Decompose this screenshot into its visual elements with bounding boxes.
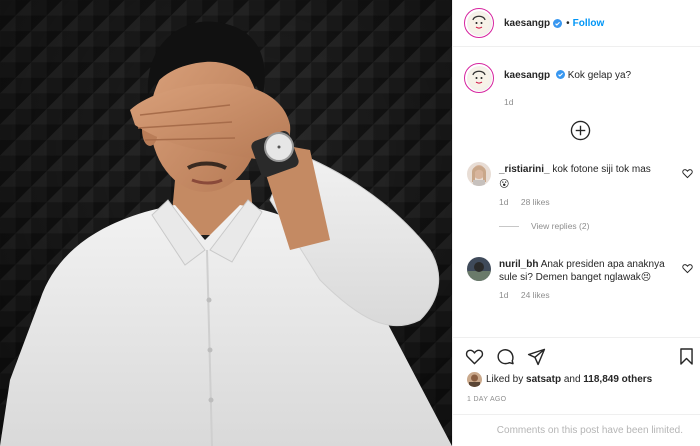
comment-text: kok fotone siji tok mas: [552, 164, 651, 175]
caption-author-avatar[interactable]: [464, 63, 494, 93]
post-caption: kaesangp Kok gelap ya? 1d: [464, 63, 694, 107]
post-action-bar: [453, 337, 700, 373]
commenter-avatar[interactable]: [467, 162, 491, 186]
comment-likes[interactable]: 28 likes: [521, 197, 550, 207]
comment-bubble-icon[interactable]: [496, 347, 515, 366]
comment-text-block: nuril_bh Anak presiden apa anaknya sule …: [499, 257, 669, 284]
comment-item: nuril_bh Anak presiden apa anaknya sule …: [467, 257, 693, 300]
author-avatar[interactable]: [464, 8, 494, 38]
caption-username[interactable]: kaesangp: [504, 70, 550, 81]
liker-avatar[interactable]: [467, 372, 482, 387]
view-replies-label: View replies (2): [531, 221, 590, 231]
comment-age: 1d: [499, 197, 509, 207]
paper-plane-icon[interactable]: [527, 347, 546, 366]
post-date: 1 DAY AGO: [467, 396, 507, 403]
likes-prefix: Liked by: [486, 374, 524, 385]
separator-dot: •: [566, 17, 570, 29]
post-photo[interactable]: [0, 0, 452, 446]
commenter-avatar[interactable]: [467, 257, 491, 281]
comment-like-heart-icon[interactable]: [682, 168, 693, 179]
plus-circle-icon[interactable]: [570, 120, 591, 141]
comment-emoji: 😣: [640, 272, 652, 283]
comment-meta: 1d 24 likes: [499, 290, 693, 300]
liker-username[interactable]: satsatp: [526, 374, 561, 385]
likes-summary: Liked by satsatp and 118,849 others: [467, 372, 652, 387]
comment-username[interactable]: _ristiarini_: [499, 164, 550, 175]
caption-text: Kok gelap ya?: [567, 70, 632, 81]
comments-limited-notice: Comments on this post have been limited.: [453, 414, 700, 446]
instagram-post: kaesangp • Follow kaesangp Kok gelap ya?…: [0, 0, 700, 446]
verified-badge-icon: [553, 18, 563, 28]
view-replies-button[interactable]: View replies (2): [499, 221, 693, 231]
comment-likes[interactable]: 24 likes: [521, 290, 550, 300]
post-image: [0, 0, 452, 446]
avatar-photo-icon: [467, 162, 491, 186]
post-header: kaesangp • Follow: [453, 0, 700, 47]
comment-emoji: 😮: [499, 179, 510, 190]
likes-others-link[interactable]: 118,849 others: [583, 374, 652, 385]
caption-text-block: kaesangp Kok gelap ya?: [504, 63, 631, 82]
follow-button[interactable]: Follow: [573, 18, 605, 29]
comment-like-heart-icon[interactable]: [682, 263, 693, 274]
comment-item: _ristiarini_ kok fotone siji tok mas 😮 1…: [467, 162, 693, 231]
verified-badge-icon: [555, 70, 565, 79]
heart-icon[interactable]: [465, 347, 484, 366]
likes-joiner: and: [563, 374, 581, 385]
caption-age: 1d: [504, 97, 514, 107]
avatar-photo-icon: [467, 257, 491, 281]
bookmark-icon[interactable]: [677, 347, 696, 366]
post-side-panel: kaesangp • Follow kaesangp Kok gelap ya?…: [452, 0, 700, 446]
replies-line-divider: [499, 225, 519, 227]
comment-username[interactable]: nuril_bh: [499, 259, 538, 270]
avatar-cartoon-icon: [469, 68, 489, 88]
comment-text-block: _ristiarini_ kok fotone siji tok mas 😮: [499, 162, 669, 191]
comment-meta: 1d 28 likes: [499, 197, 693, 207]
author-username[interactable]: kaesangp: [504, 18, 550, 29]
comment-age: 1d: [499, 290, 509, 300]
avatar-photo-icon: [467, 372, 482, 387]
avatar-cartoon-icon: [469, 13, 489, 33]
